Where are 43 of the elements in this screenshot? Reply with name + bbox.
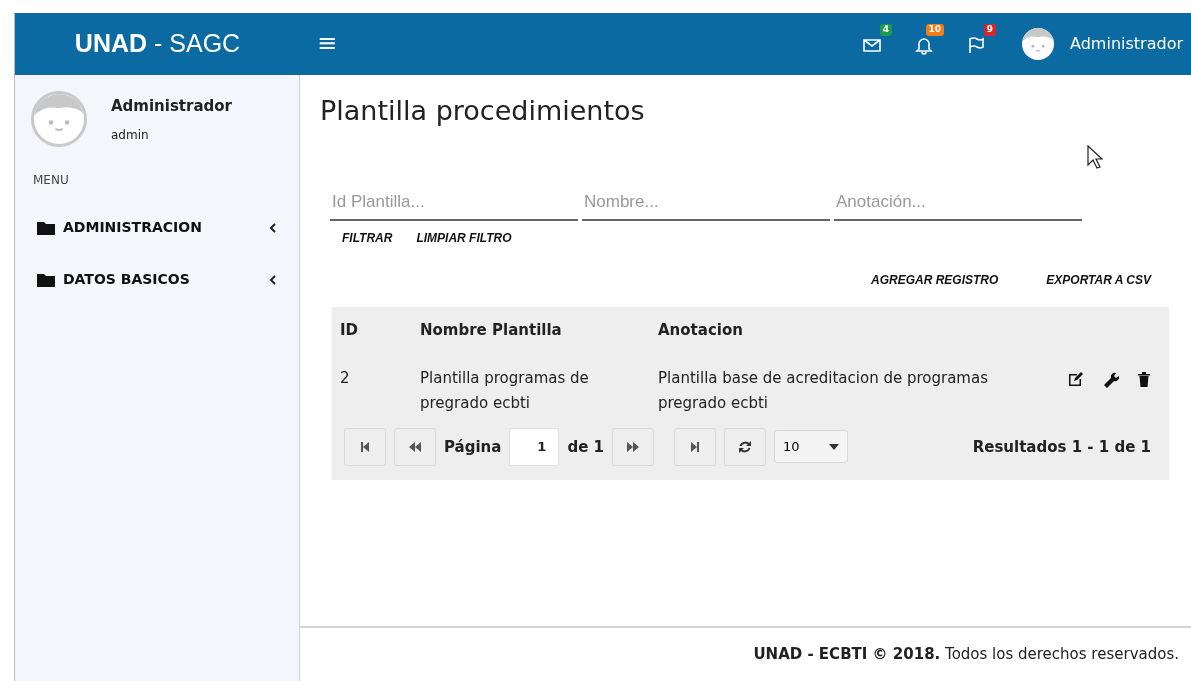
page-title: Plantilla procedimientos bbox=[320, 95, 646, 128]
filter-button[interactable]: FILTRAR bbox=[342, 228, 393, 247]
filter-button[interactable]: LIMPIAR FILTRO bbox=[416, 228, 512, 247]
sidebar-item[interactable]: ADMINISTRACION bbox=[15, 203, 299, 255]
page-count: de 1 bbox=[567, 436, 604, 458]
avatar-icon[interactable] bbox=[1022, 28, 1055, 60]
refresh-icon[interactable] bbox=[724, 427, 766, 466]
notification-count: 9 bbox=[983, 24, 997, 36]
column-header: ID bbox=[339, 320, 360, 342]
filter-field[interactable]: Nombre... bbox=[582, 185, 830, 221]
cursor-icon bbox=[1087, 145, 1103, 169]
folder-icon bbox=[37, 220, 55, 235]
filter-field[interactable]: Anotación... bbox=[834, 185, 1082, 221]
results-text: Resultados 1 - 1 de 1 bbox=[972, 436, 1151, 458]
notification-count: 4 bbox=[879, 24, 893, 36]
avatar-icon bbox=[31, 91, 87, 147]
user-name: Administrador bbox=[111, 96, 232, 117]
column-header: Anotacion bbox=[657, 320, 744, 342]
page-label: Página bbox=[444, 436, 502, 458]
caret-icon bbox=[829, 443, 839, 450]
trash-icon[interactable] bbox=[1135, 369, 1153, 388]
app-logo: UNAD - SAGC bbox=[74, 29, 241, 58]
first-page-icon[interactable] bbox=[344, 427, 386, 466]
notification-count: 10 bbox=[925, 24, 945, 36]
user-login: admin bbox=[111, 126, 150, 144]
menu-label: MENU bbox=[32, 172, 70, 189]
column-header: Nombre Plantilla bbox=[419, 320, 563, 342]
sidebar-item[interactable]: DATOS BASICOS bbox=[15, 255, 299, 307]
next-page-icon[interactable] bbox=[612, 427, 654, 466]
footer-text: UNAD - ECBTI © 2018. Todos los derechos reservados. bbox=[753, 644, 1179, 666]
table-cell-text: 2 bbox=[339, 367, 351, 389]
action-button[interactable]: EXPORTAR A CSV bbox=[1046, 270, 1151, 289]
page-size-select[interactable]: 10 bbox=[774, 430, 848, 464]
page-field[interactable]: 1 bbox=[509, 427, 560, 466]
folder-icon bbox=[37, 272, 55, 287]
previous-page-icon[interactable] bbox=[394, 427, 436, 466]
last-page-icon[interactable] bbox=[674, 427, 716, 466]
user-name[interactable]: Administrador bbox=[1070, 32, 1183, 56]
edit-icon[interactable] bbox=[1067, 369, 1085, 388]
table-cell-text: Plantilla programas de pregrado ecbti bbox=[419, 367, 590, 414]
filter-field[interactable]: Id Plantilla... bbox=[330, 185, 578, 221]
table-cell-text: Plantilla base de acreditacion de programas pregrado ecbti bbox=[657, 367, 989, 414]
action-button[interactable]: AGREGAR REGISTRO bbox=[870, 270, 999, 289]
